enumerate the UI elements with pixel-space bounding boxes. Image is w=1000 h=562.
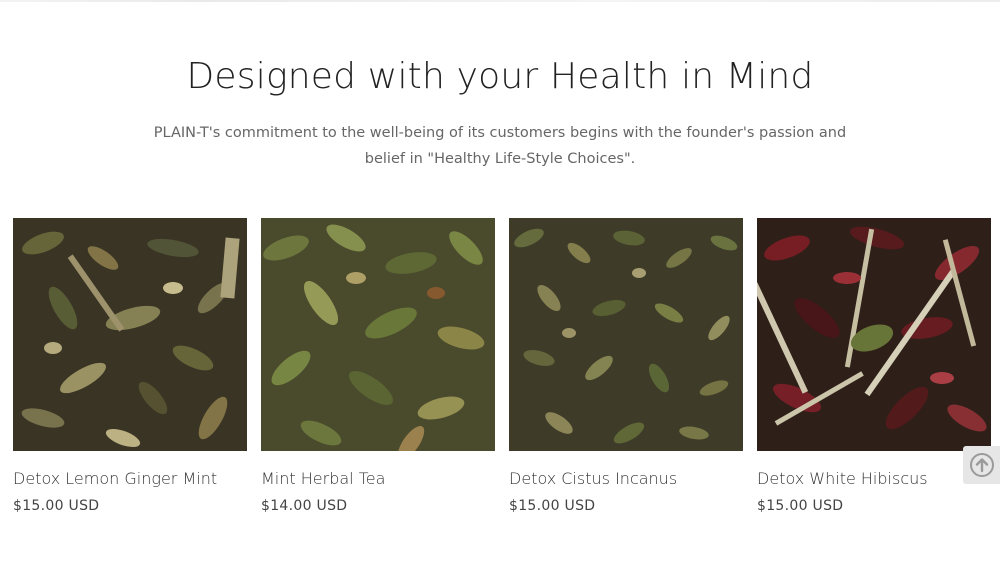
product-price: $15.00 USD [13,498,100,514]
product-grid: Detox Lemon Ginger Mint $15.00 USD Mint … [13,218,991,514]
product-card-detox-white-hibiscus[interactable]: Detox White Hibiscus $15.00 USD [757,218,991,514]
product-name[interactable]: Detox Lemon Ginger Mint [13,469,247,488]
product-price: $15.00 USD [509,498,596,514]
product-name[interactable]: Detox White Hibiscus [757,469,991,488]
product-card-detox-lemon-ginger-mint[interactable]: Detox Lemon Ginger Mint $15.00 USD [13,218,247,514]
product-card-detox-cistus-incanus[interactable]: Detox Cistus Incanus $15.00 USD [509,218,743,514]
product-card-mint-herbal-tea[interactable]: Mint Herbal Tea $14.00 USD [261,218,495,514]
product-price: $15.00 USD [757,498,844,514]
product-price: $14.00 USD [261,498,348,514]
tea-leaves-image[interactable] [509,218,743,451]
arrow-up-circle-icon [969,453,994,477]
health-section: Designed with your Health in Mind PLAIN-… [0,0,1000,562]
product-name[interactable]: Mint Herbal Tea [261,469,495,488]
section-title: Designed with your Health in Mind [186,56,814,97]
product-name[interactable]: Detox Cistus Incanus [509,469,743,488]
tea-leaves-image[interactable] [757,218,991,451]
tea-leaves-image[interactable] [13,218,247,451]
section-description: PLAIN-T's commitment to the well-being o… [153,125,847,167]
tea-leaves-image[interactable] [261,218,495,451]
scroll-to-top-button[interactable] [963,446,1000,484]
